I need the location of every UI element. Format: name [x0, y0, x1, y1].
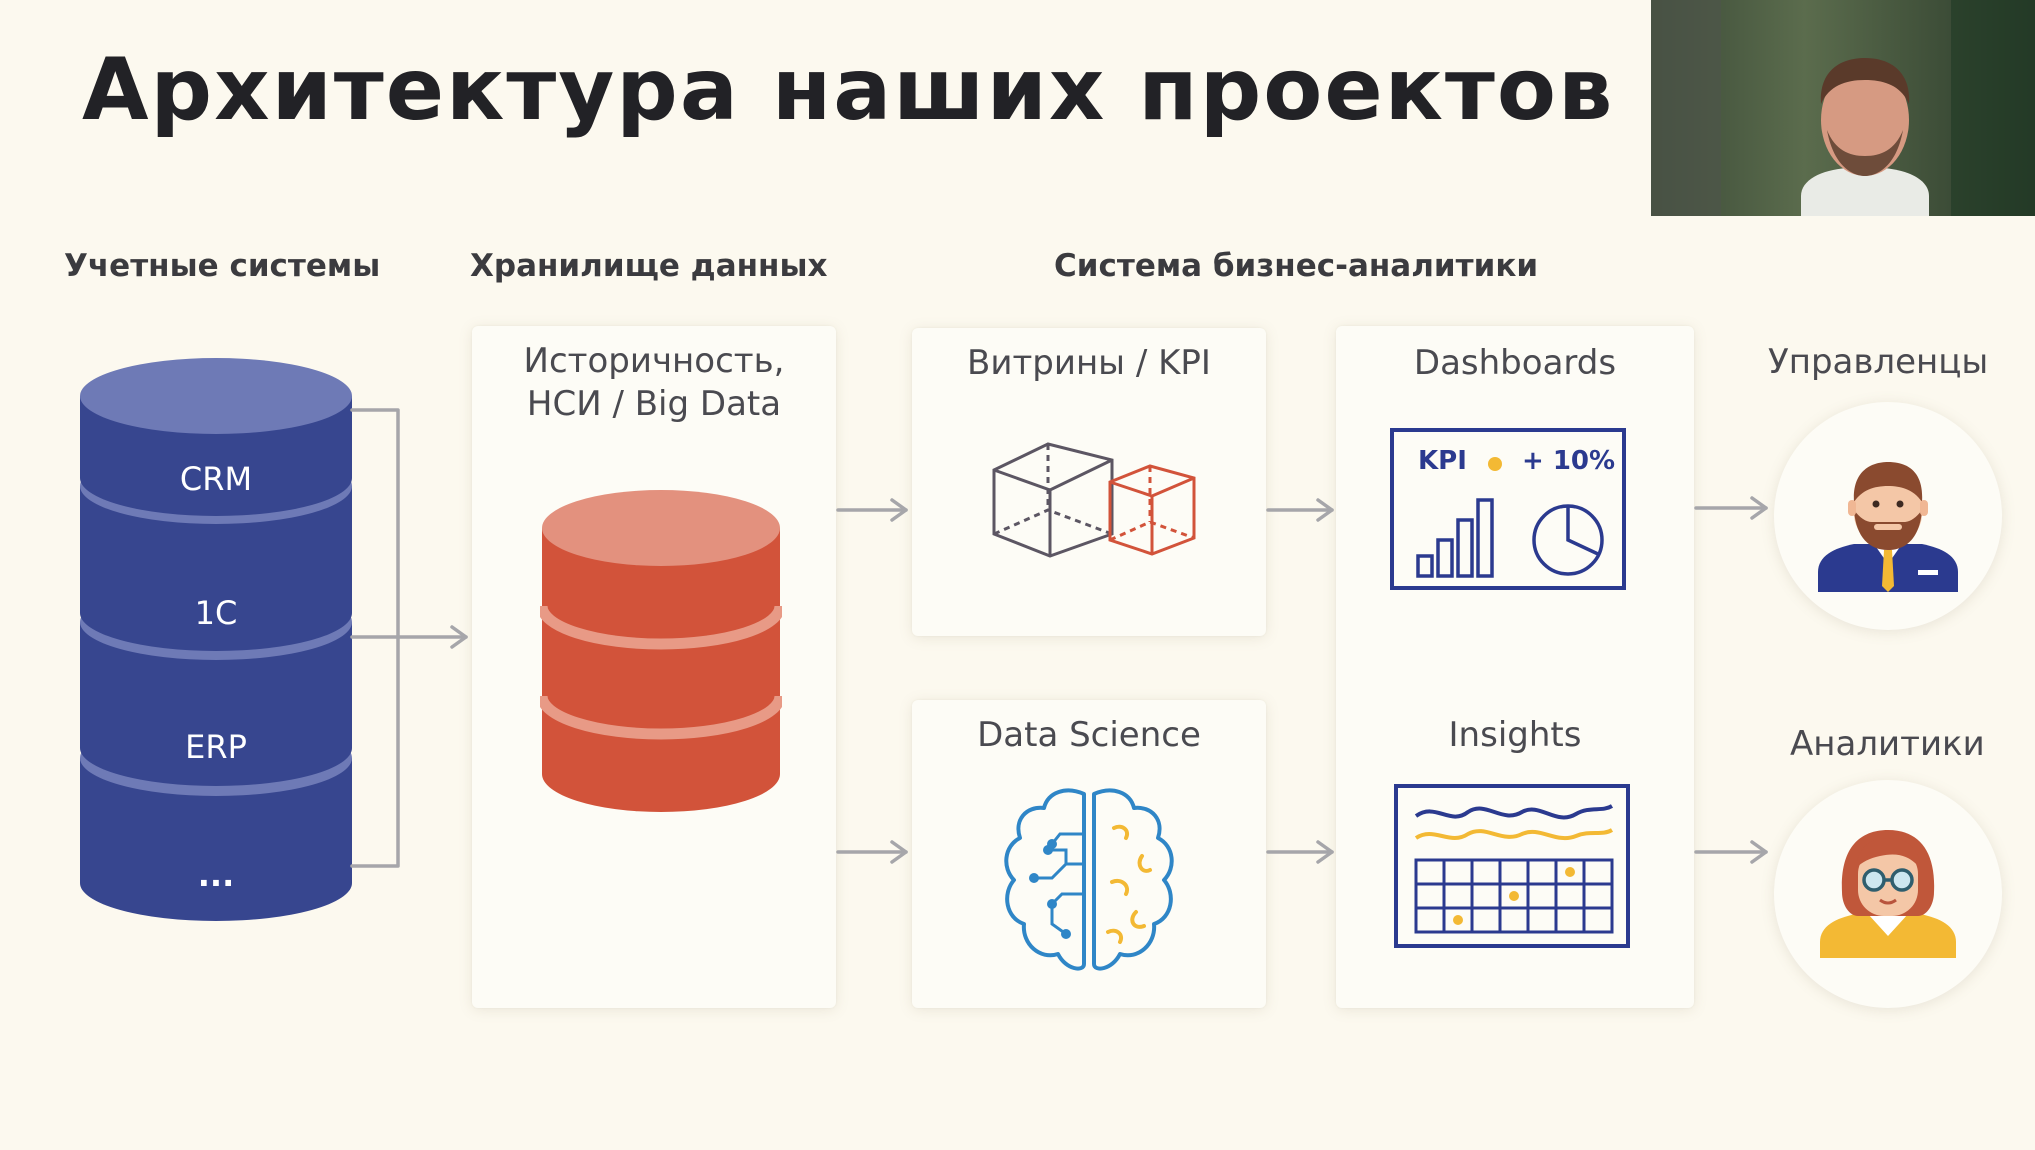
webcam-overlay — [1651, 0, 2035, 216]
presenter-video-icon — [1651, 0, 2035, 216]
slide: Архитектура наших проектов Учетные систе… — [0, 0, 2035, 1150]
